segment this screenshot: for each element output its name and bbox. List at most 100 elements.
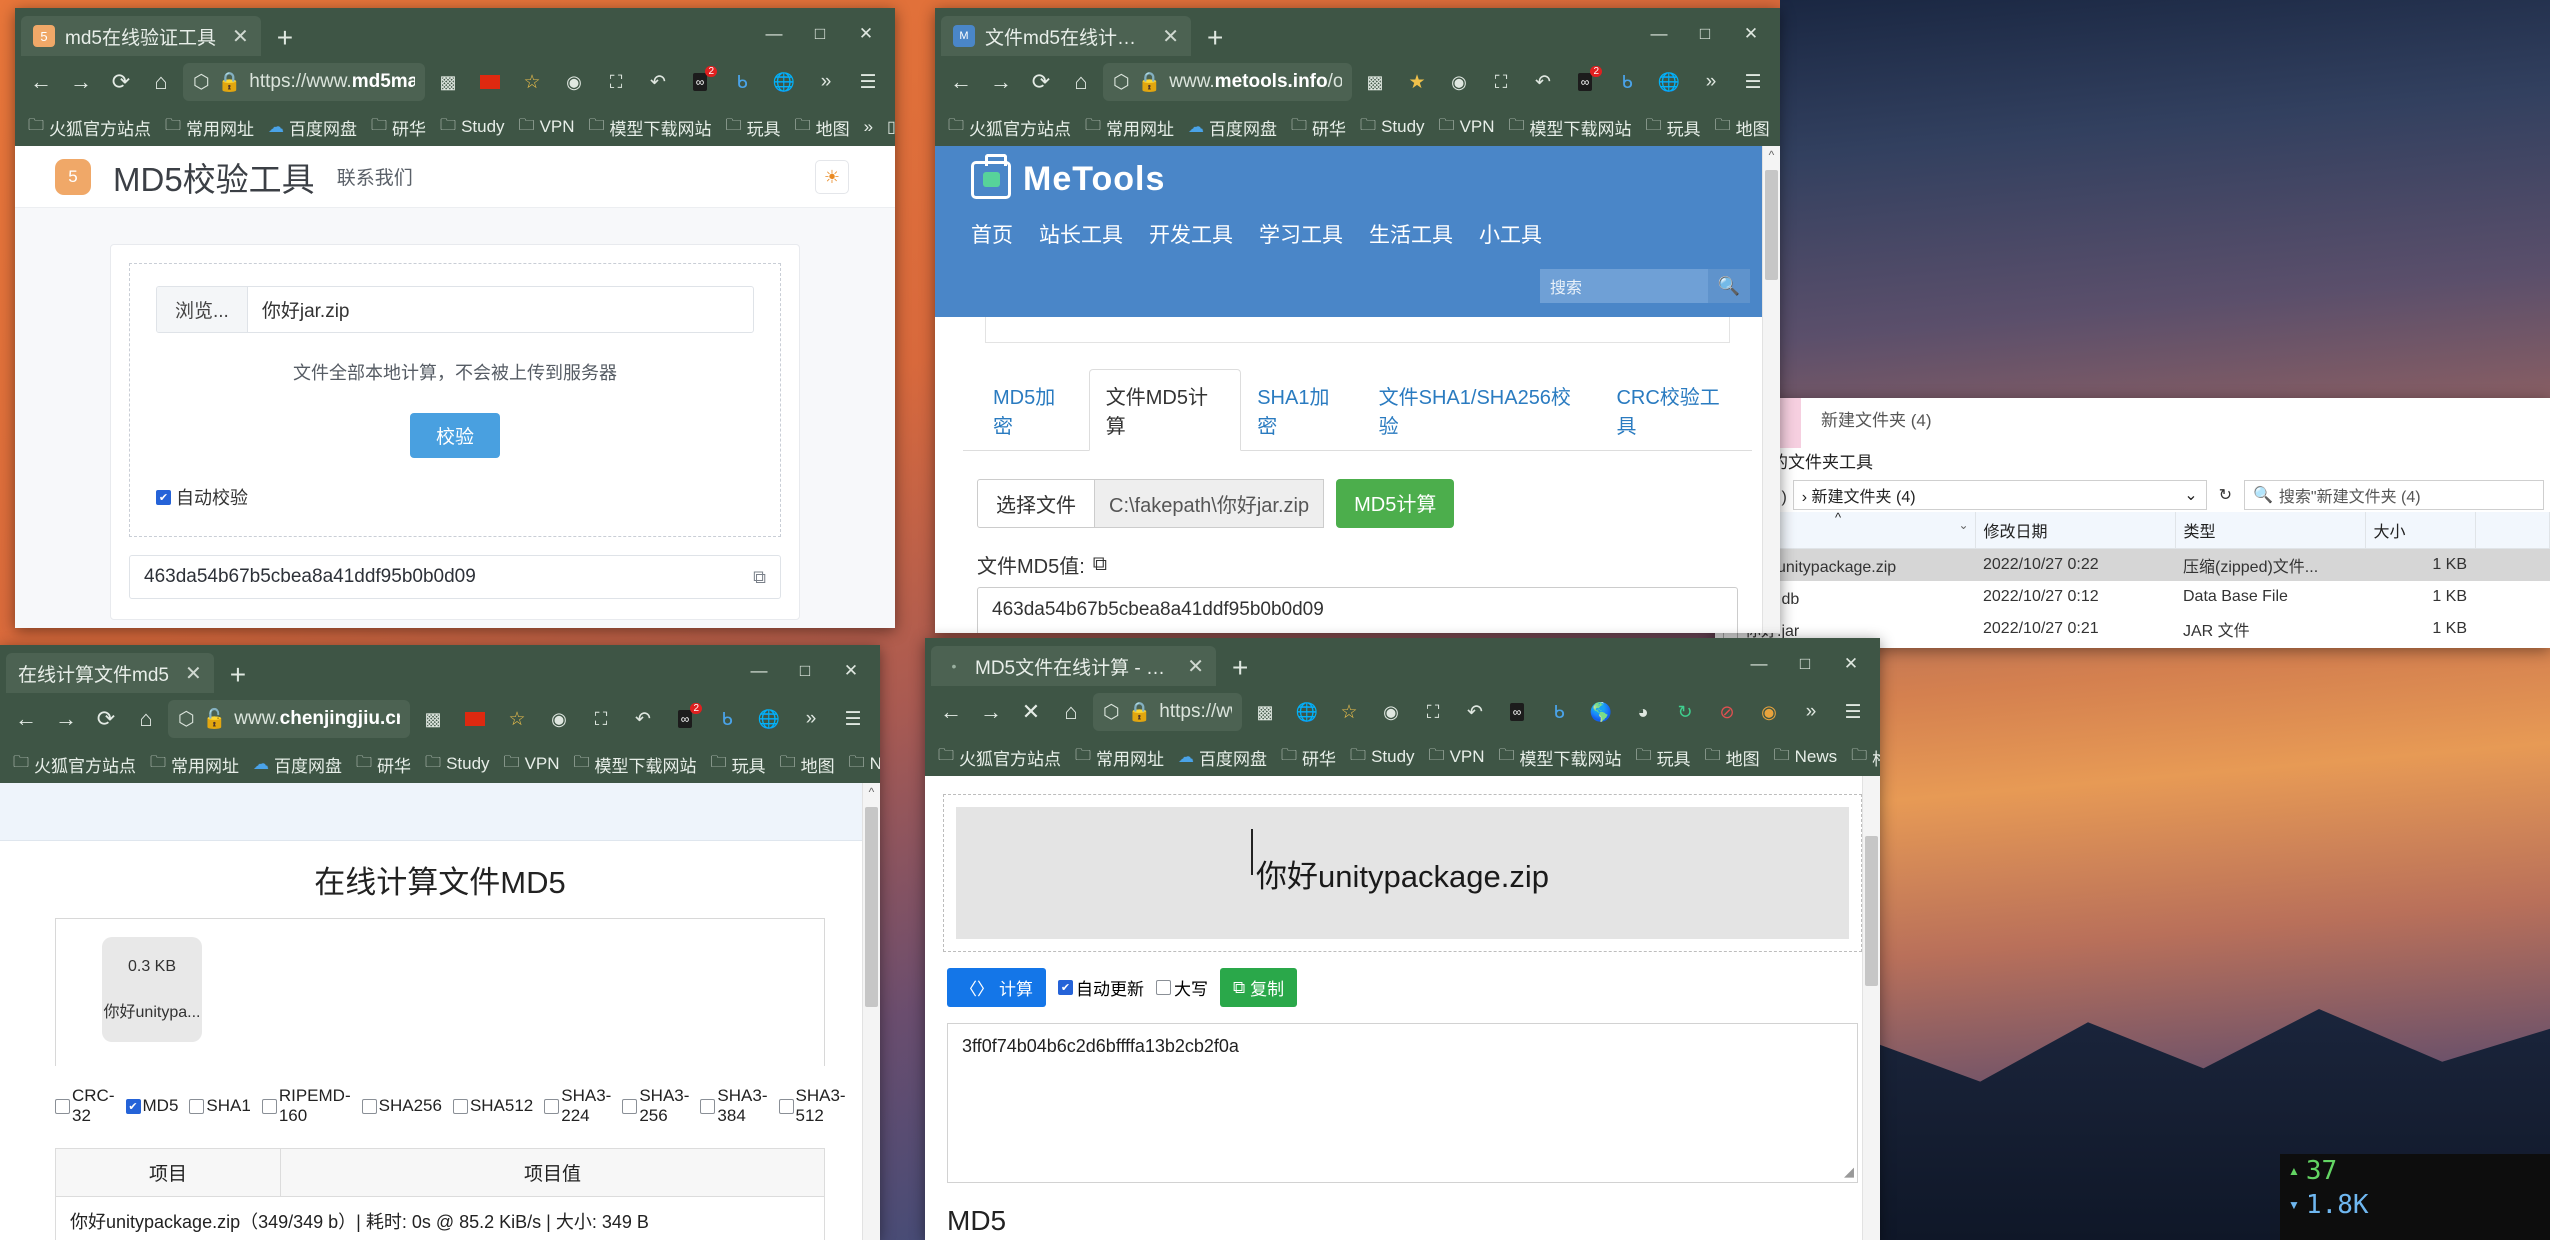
nav-item-webmaster-tools[interactable]: 站长工具 (1039, 209, 1149, 259)
address-bar[interactable]: ⬡ 🔒 www.metools.info/other/o21.html (1103, 63, 1352, 101)
bookmark-item[interactable]: 🗀 VPN (514, 112, 580, 143)
lock-icon[interactable]: 🔒 (1128, 700, 1152, 724)
back-icon[interactable]: ← (933, 694, 969, 730)
auto-verify-row[interactable]: ✔ 自动校验 (156, 484, 754, 510)
choose-file-button[interactable]: 选择文件 (977, 479, 1095, 528)
back-icon[interactable]: ← (8, 701, 44, 737)
undo-icon[interactable]: ↶ (639, 64, 677, 100)
overflow-chevron-icon[interactable]: » (807, 64, 845, 100)
address-bar[interactable]: ⬡ 🔒 https://www.strerr.com/cn/md5_file.h… (1093, 693, 1242, 731)
scroll-up-arrow-icon[interactable]: ^ (1763, 146, 1780, 164)
algo-checkbox-sha3-224[interactable]: SHA3-224 (544, 1086, 611, 1126)
result-textarea[interactable]: 3ff0f74b04b6c2d6bffffa13b2cb2f0a ◢ (947, 1023, 1858, 1183)
bookmark-item[interactable]: 🗀 格式转换 (1846, 742, 1880, 773)
minimize-button[interactable]: — (736, 655, 782, 687)
browser-tab[interactable]: M 文件md5在线计算-ME2在线工 ✕ (941, 16, 1191, 56)
idm-icon[interactable]: ∞ 2 (1566, 64, 1604, 100)
bookmarks-overflow-icon[interactable]: » (1779, 115, 1780, 139)
nav-item-study-tools[interactable]: 学习工具 (1259, 209, 1369, 259)
file-drop-area[interactable]: 你好unitypackage.zip (943, 794, 1862, 952)
uppercase-checkbox[interactable] (1156, 980, 1171, 995)
bookmark-item[interactable]: 🗀 地图 (1710, 112, 1775, 143)
bookmark-item[interactable]: 🗀 玩具 (1641, 112, 1706, 143)
app-menu-icon[interactable]: ☰ (1834, 694, 1872, 730)
page-scrollbar[interactable]: ^ (1762, 146, 1780, 633)
bookmark-item[interactable]: 🗀 火狐官方站点 (8, 749, 141, 780)
bookmark-item[interactable]: 🗀 研华 (1286, 112, 1351, 143)
checkbox-box[interactable]: ✔ (125, 1098, 141, 1114)
scroll-up-arrow-icon[interactable]: ^ (863, 783, 880, 801)
calculate-button[interactable]: 〈〉 计算 (947, 968, 1046, 1007)
checkbox-box[interactable] (189, 1098, 205, 1114)
uppercase-checkbox-row[interactable]: 大写 (1156, 975, 1208, 1000)
bookmark-item[interactable]: 🗀 常用网址 (1070, 742, 1169, 773)
auto-update-checkbox-row[interactable]: ✔ 自动更新 (1058, 975, 1144, 1000)
bing-icon[interactable]: ᑲ (1540, 694, 1578, 730)
home-icon[interactable]: ⌂ (128, 701, 164, 737)
flag-china-icon[interactable] (456, 701, 494, 737)
browse-button[interactable]: 浏览... (157, 287, 248, 332)
brand-logo[interactable]: MeTools (935, 153, 1780, 199)
app-menu-icon[interactable]: ☰ (1734, 64, 1772, 100)
bookmark-item[interactable]: 🗀 研华 (366, 112, 431, 143)
account-icon[interactable]: ◉ (555, 64, 593, 100)
translate-icon[interactable]: 🌐 (1650, 64, 1688, 100)
account-icon[interactable]: ◉ (1372, 694, 1410, 730)
resize-handle-icon[interactable]: ◢ (1724, 631, 1734, 633)
contact-link[interactable]: 联系我们 (337, 163, 413, 190)
close-window-button[interactable]: ✕ (828, 655, 874, 687)
globe-icon[interactable]: 🌎 (1582, 694, 1620, 730)
overflow-chevron-icon[interactable]: » (1792, 694, 1830, 730)
maximize-button[interactable]: □ (782, 655, 828, 687)
md5-output-textarea[interactable]: 463da54b67b5cbea8a41ddf95b0b0d09 ◢ (977, 587, 1738, 633)
checkbox-box[interactable] (622, 1098, 638, 1114)
undo-icon[interactable]: ↶ (1456, 694, 1494, 730)
auto-verify-checkbox[interactable]: ✔ (156, 489, 171, 505)
checkbox-box[interactable] (700, 1098, 716, 1114)
qrcode-icon[interactable]: ▩ (1356, 64, 1394, 100)
bookmark-star-icon[interactable]: ☆ (498, 701, 536, 737)
screenshot-icon[interactable]: ⛶ (1482, 64, 1520, 100)
refresh-circle-icon[interactable]: ↻ (1666, 694, 1704, 730)
back-icon[interactable]: ← (943, 64, 979, 100)
algo-checkbox-md5[interactable]: ✔ MD5 (125, 1096, 178, 1116)
lock-icon[interactable]: 🔒 (218, 70, 242, 94)
bookmark-item[interactable]: 🗀 VPN (1434, 112, 1500, 143)
reload-icon[interactable]: ⟳ (103, 64, 139, 100)
new-tab-button[interactable]: + (214, 661, 262, 693)
bookmark-item[interactable]: 🗀 模型下载网站 (1504, 112, 1637, 143)
maximize-button[interactable]: □ (1682, 18, 1728, 50)
checkbox-box[interactable] (544, 1098, 560, 1114)
chevron-down-icon[interactable]: ⌄ (1958, 518, 1968, 532)
address-input[interactable]: › 新建文件夹 (4) ⌄ (1792, 480, 2207, 510)
checkbox-box[interactable] (361, 1098, 377, 1114)
search-input[interactable]: 搜索 (1540, 274, 1708, 298)
bookmark-item[interactable]: 🗀 玩具 (706, 749, 771, 780)
tab-md5-encrypt[interactable]: MD5加密 (977, 370, 1089, 450)
reload-icon[interactable]: ⟳ (88, 701, 124, 737)
bookmark-item[interactable]: 🗀 VPN (499, 749, 565, 780)
home-icon[interactable]: ⌂ (1063, 64, 1099, 100)
forward-icon[interactable]: → (983, 64, 1019, 100)
algo-checkbox-sha512[interactable]: SHA512 (452, 1096, 533, 1116)
tab-sha1-encrypt[interactable]: SHA1加密 (1241, 370, 1362, 450)
bookmark-item[interactable]: ☁ 百度网盘 (1183, 113, 1282, 142)
qrcode-icon[interactable]: ▩ (414, 701, 452, 737)
screenshot-icon[interactable]: ⛶ (1414, 694, 1452, 730)
algo-checkbox-sha3-256[interactable]: SHA3-256 (622, 1086, 689, 1126)
nav-item-dev-tools[interactable]: 开发工具 (1149, 209, 1259, 259)
column-header-type[interactable]: 类型 (2175, 512, 2366, 549)
minimize-button[interactable]: — (1736, 648, 1782, 680)
bookmark-item[interactable]: ☁ 百度网盘 (248, 750, 347, 779)
bookmark-item[interactable]: 🗀 VPN (1424, 742, 1490, 773)
unlocked-icon[interactable]: 🔓 (203, 707, 227, 731)
translate-icon[interactable]: 🌐 (750, 701, 788, 737)
metools-browser-window[interactable]: M 文件md5在线计算-ME2在线工 ✕ + — □ ✕ ← → ⟳ ⌂ ⬡ 🔒… (935, 8, 1780, 633)
reload-icon[interactable]: ⟳ (1023, 64, 1059, 100)
scrollbar-thumb[interactable] (1865, 836, 1878, 986)
screenshot-icon[interactable]: ⛶ (582, 701, 620, 737)
ribbon-tab-folder[interactable]: 新建文件夹 (4) (1801, 398, 1952, 448)
translate-icon[interactable]: 🌐 (1288, 694, 1326, 730)
tab-crc-tool[interactable]: CRC校验工具 (1600, 370, 1752, 450)
drop-zone[interactable]: 浏览... 你好jar.zip 文件全部本地计算，不会被上传到服务器 校验 ✔ … (129, 263, 781, 537)
